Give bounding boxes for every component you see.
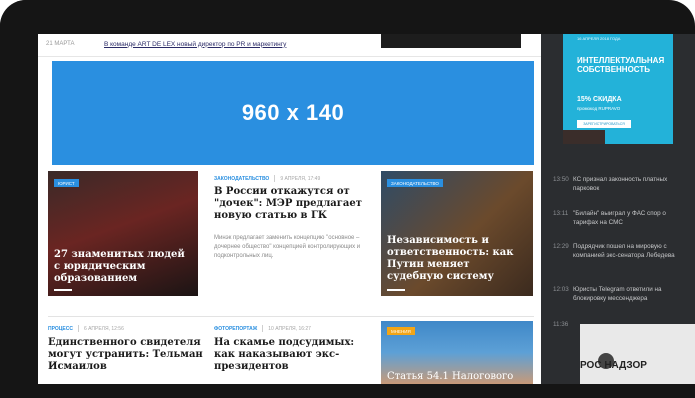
ad-banner-text: 960 x 140 xyxy=(241,100,345,125)
ad-banner[interactable]: 960 x 140 xyxy=(52,61,534,165)
sidebar-ad[interactable]: 16 АПРЕЛЯ 2018 ГОДА ИНТЕЛЛЕКТУАЛЬНАЯ СОБ… xyxy=(563,34,673,144)
card-underline xyxy=(387,289,405,291)
sidebar: 16 АПРЕЛЯ 2018 ГОДА ИНТЕЛЛЕКТУАЛЬНАЯ СОБ… xyxy=(541,34,695,384)
top-news-link[interactable]: В команде ART DE LEX новый директор по P… xyxy=(104,41,286,48)
meta-separator xyxy=(77,325,79,332)
article-meta: ФОТОРЕПОРТАЖ 10 АПРЕЛЯ, 16:27 xyxy=(214,325,311,332)
top-news-date: 21 МАРТА xyxy=(46,41,75,47)
news-time: 11:36 xyxy=(553,321,569,328)
card-tag: МНЕНИЯ xyxy=(387,327,415,335)
sidebar-news-item[interactable]: 12:03 Юристы Telegram ответили на блокир… xyxy=(553,286,691,303)
news-time: 13:11 xyxy=(553,210,569,217)
news-text: "Билайн" выиграл у ФАС спор о тарифах на… xyxy=(573,210,666,226)
news-text: КС признал законность платных парковок xyxy=(573,176,668,192)
card-tag: ЮРИСТ xyxy=(54,179,79,187)
device-bezel-top xyxy=(0,0,695,34)
ad-title-line-1: ИНТЕЛЛЕКТУАЛЬНАЯ xyxy=(577,56,665,65)
article-date: 10 АПРЕЛЯ, 16:27 xyxy=(268,325,311,332)
news-time: 13:50 xyxy=(553,176,569,183)
sidebar-news-image[interactable]: РОС НАДЗОР xyxy=(580,324,695,384)
top-news-item: 21 МАРТА В команде ART DE LEX новый дире… xyxy=(46,36,386,52)
article-category[interactable]: ЗАКОНОДАТЕЛЬСТВО xyxy=(214,176,269,182)
meta-separator xyxy=(262,325,264,332)
news-card[interactable]: ЗАКОНОДАТЕЛЬСТВО Независимость и ответст… xyxy=(381,171,533,296)
article-category[interactable]: ПРОЦЕСС xyxy=(48,326,73,332)
news-card[interactable]: ЮРИСТ 27 знаменитых людей с юридическим … xyxy=(48,171,198,296)
article-lead: Минэк предлагает заменить концепцию "осн… xyxy=(214,235,361,259)
sidebar-news-item[interactable]: 13:11 "Билайн" выиграл у ФАС спор о тари… xyxy=(553,210,691,227)
article-date: 9 АПРЕЛЯ, 17:49 xyxy=(280,175,321,182)
article-title[interactable]: На скамье подсудимых: как наказывают экс… xyxy=(214,337,364,373)
device-bezel-bottom xyxy=(0,384,695,398)
card-tag: ЗАКОНОДАТЕЛЬСТВО xyxy=(387,179,443,187)
divider xyxy=(48,316,534,317)
sidebar-news-item[interactable]: 13:50 КС признал законность платных парк… xyxy=(553,176,691,193)
top-image-fragment xyxy=(381,34,521,48)
roskomnadzor-logo: РОС НАДЗОР xyxy=(580,360,647,371)
ad-title-line-2: СОБСТВЕННОСТЬ xyxy=(577,65,651,74)
article-meta: ПРОЦЕСС 6 АПРЕЛЯ, 12:56 xyxy=(48,325,124,332)
article-date: 6 АПРЕЛЯ, 12:56 xyxy=(83,325,124,332)
news-time: 12:29 xyxy=(553,243,569,250)
card-title: Независимость и ответственность: как Пут… xyxy=(387,235,514,282)
article-category[interactable]: ФОТОРЕПОРТАЖ xyxy=(214,326,257,332)
news-card[interactable]: МНЕНИЯ Статья 54.1 Налогового xyxy=(381,321,533,384)
article-title[interactable]: В России откажутся от "дочек": МЭР предл… xyxy=(214,186,364,222)
ad-date: 16 АПРЕЛЯ 2018 ГОДА xyxy=(577,36,621,41)
gavel-image xyxy=(563,130,605,144)
divider xyxy=(38,56,561,57)
ad-discount: 15% СКИДКА xyxy=(577,96,622,103)
card-title: Статья 54.1 Налогового xyxy=(387,371,514,382)
card-title: 27 знаменитых людей с юридическим образо… xyxy=(54,249,185,284)
article-title[interactable]: Единственного свидетеля могут устранить:… xyxy=(48,337,206,373)
card-underline xyxy=(54,289,72,291)
sidebar-news-item[interactable]: 12:29 Подрядчик пошел на мировую с компа… xyxy=(553,243,691,260)
ad-promo: промокод RUPRAVO xyxy=(577,106,621,111)
screen: 21 МАРТА В команде ART DE LEX новый дире… xyxy=(38,34,695,384)
news-text: Подрядчик пошел на мировую с компанией э… xyxy=(573,243,675,259)
device-bezel-left xyxy=(0,0,38,398)
ad-register-button[interactable]: ЗАРЕГИСТРИРОВАТЬСЯ xyxy=(577,120,631,128)
news-time: 12:03 xyxy=(553,286,569,293)
article-meta: ЗАКОНОДАТЕЛЬСТВО 9 АПРЕЛЯ, 17:49 xyxy=(214,175,320,182)
meta-separator xyxy=(274,175,276,182)
device-frame: 21 МАРТА В команде ART DE LEX новый дире… xyxy=(0,0,695,398)
ad-title: ИНТЕЛЛЕКТУАЛЬНАЯ СОБСТВЕННОСТЬ xyxy=(577,56,664,74)
news-text: Юристы Telegram ответили на блокировку м… xyxy=(573,286,662,302)
